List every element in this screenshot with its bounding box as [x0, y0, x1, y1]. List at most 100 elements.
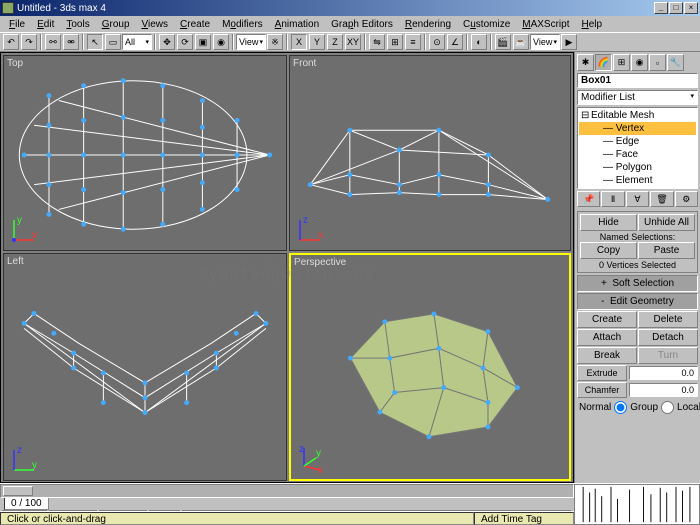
- unhide-all-button[interactable]: Unhide All: [638, 214, 695, 231]
- mirror-button[interactable]: ⇋: [369, 34, 385, 50]
- menu-edit[interactable]: Edit: [32, 18, 59, 31]
- material-button[interactable]: ◐: [471, 34, 487, 50]
- pin-stack-button[interactable]: 📌: [577, 191, 600, 207]
- tab-motion[interactable]: ◉: [631, 54, 648, 71]
- align-button[interactable]: ≡: [405, 34, 421, 50]
- menu-file[interactable]: File: [4, 18, 30, 31]
- modifier-stack[interactable]: ⊟Editable Mesh — Vertex — Edge — Face — …: [577, 107, 698, 189]
- render-scene-button[interactable]: 🎬: [495, 34, 511, 50]
- maximize-button[interactable]: □: [669, 2, 683, 14]
- selection-filter[interactable]: All: [122, 34, 152, 50]
- redo-button[interactable]: ↷: [21, 34, 37, 50]
- svg-text:y: y: [32, 460, 37, 471]
- time-tag[interactable]: Add Time Tag: [474, 512, 574, 525]
- stack-element[interactable]: — Element: [579, 174, 696, 187]
- constraint-z[interactable]: Z: [327, 34, 343, 50]
- modifier-list-dropdown[interactable]: Modifier List: [577, 90, 698, 105]
- normal-local-radio[interactable]: [661, 401, 674, 414]
- normal-row: Normal Group Local: [577, 399, 698, 416]
- stack-polygon[interactable]: — Polygon: [579, 161, 696, 174]
- menu-animation[interactable]: Animation: [270, 18, 324, 31]
- trackbar-graph: [574, 484, 700, 525]
- angle-snap-button[interactable]: ∠: [447, 34, 463, 50]
- menu-create[interactable]: Create: [175, 18, 215, 31]
- undo-button[interactable]: ↶: [3, 34, 19, 50]
- render-button[interactable]: ▶: [561, 34, 577, 50]
- stack-toolbar: 📌 Ⅱ ∀ 🗑 ⚙: [577, 191, 698, 207]
- stack-vertex[interactable]: — Vertex: [579, 122, 696, 135]
- array-button[interactable]: ⊞: [387, 34, 403, 50]
- menu-group[interactable]: Group: [97, 18, 135, 31]
- menu-maxscript[interactable]: MAXScript: [517, 18, 574, 31]
- hide-button[interactable]: Hide: [580, 214, 637, 231]
- viewport-left[interactable]: Left yz: [3, 253, 287, 481]
- object-name-field[interactable]: Box01: [577, 73, 698, 88]
- constraint-xy[interactable]: XY: [345, 34, 361, 50]
- svg-text:z: z: [17, 445, 22, 456]
- tab-modify[interactable]: 🌈: [595, 54, 612, 71]
- center-button[interactable]: ※: [267, 34, 283, 50]
- quick-render-button[interactable]: ☕: [513, 34, 529, 50]
- normal-group-radio[interactable]: [614, 401, 627, 414]
- svg-text:x: x: [32, 230, 37, 241]
- menu-modifiers[interactable]: Modifiers: [217, 18, 268, 31]
- detach-button[interactable]: Detach: [638, 329, 698, 346]
- move-button[interactable]: ✥: [159, 34, 175, 50]
- constraint-x[interactable]: X: [291, 34, 307, 50]
- delete-button[interactable]: Delete: [638, 311, 698, 328]
- stack-editable-mesh[interactable]: ⊟Editable Mesh: [579, 109, 696, 122]
- viewport-front[interactable]: Front xz: [289, 55, 571, 251]
- time-slider-thumb[interactable]: [3, 486, 33, 496]
- menu-bar: File Edit Tools Group Views Create Modif…: [0, 16, 700, 32]
- extrude-spinner[interactable]: 0.0: [629, 366, 698, 380]
- create-button[interactable]: Create: [577, 311, 637, 328]
- remove-mod-button[interactable]: 🗑: [650, 191, 673, 207]
- selection-group: Hide Unhide All Named Selections: Copy P…: [577, 211, 698, 273]
- edit-geometry-rollout[interactable]: - Edit Geometry: [577, 293, 698, 310]
- menu-help[interactable]: Help: [577, 18, 608, 31]
- break-button[interactable]: Break: [577, 347, 637, 364]
- menu-views[interactable]: Views: [137, 18, 174, 31]
- unlink-button[interactable]: ⚮: [63, 34, 79, 50]
- named-sel-label: Named Selections:: [580, 232, 695, 242]
- snap-button[interactable]: ⊙: [429, 34, 445, 50]
- extrude-button[interactable]: Extrude: [577, 365, 627, 381]
- soft-selection-rollout[interactable]: + Soft Selection: [577, 275, 698, 292]
- tab-utilities[interactable]: 🔧: [667, 54, 684, 71]
- main-toolbar: ↶ ↷ ⚯ ⚮ ↖ ▭ All ✥ ⟳ ▣ ◉ View ※ X Y Z XY …: [0, 32, 700, 52]
- stack-face[interactable]: — Face: [579, 148, 696, 161]
- viewport-label: Perspective: [294, 257, 346, 268]
- paste-button[interactable]: Paste: [638, 242, 695, 259]
- attach-button[interactable]: Attach: [577, 329, 637, 346]
- chamfer-spinner[interactable]: 0.0: [629, 383, 698, 397]
- rotate-button[interactable]: ⟳: [177, 34, 193, 50]
- viewport-top[interactable]: Top xy: [3, 55, 287, 251]
- chamfer-button[interactable]: Chamfer: [577, 382, 627, 398]
- stack-edge[interactable]: — Edge: [579, 135, 696, 148]
- close-button[interactable]: ×: [684, 2, 698, 14]
- show-result-button[interactable]: Ⅱ: [601, 191, 624, 207]
- menu-tools[interactable]: Tools: [61, 18, 94, 31]
- copy-button[interactable]: Copy: [580, 242, 637, 259]
- viewport-perspective[interactable]: Perspective xyz: [289, 253, 571, 481]
- ref-coord[interactable]: View: [236, 34, 266, 50]
- menu-graph[interactable]: Graph Editors: [326, 18, 398, 31]
- tab-create[interactable]: ✱: [577, 54, 594, 71]
- tab-hierarchy[interactable]: ⊞: [613, 54, 630, 71]
- menu-customize[interactable]: Customize: [458, 18, 515, 31]
- menu-rendering[interactable]: Rendering: [400, 18, 456, 31]
- minimize-button[interactable]: _: [654, 2, 668, 14]
- configure-button[interactable]: ⚙: [675, 191, 698, 207]
- frame-display: 0 / 100: [0, 498, 574, 510]
- time-slider[interactable]: [0, 484, 574, 498]
- turn-button[interactable]: Turn: [638, 347, 698, 364]
- constraint-y[interactable]: Y: [309, 34, 325, 50]
- select-region-button[interactable]: ▭: [105, 34, 121, 50]
- select-button[interactable]: ↖: [87, 34, 103, 50]
- manip-button[interactable]: ◉: [213, 34, 229, 50]
- link-button[interactable]: ⚯: [45, 34, 61, 50]
- tab-display[interactable]: ▫: [649, 54, 666, 71]
- render-type[interactable]: View: [530, 34, 560, 50]
- scale-button[interactable]: ▣: [195, 34, 211, 50]
- make-unique-button[interactable]: ∀: [626, 191, 649, 207]
